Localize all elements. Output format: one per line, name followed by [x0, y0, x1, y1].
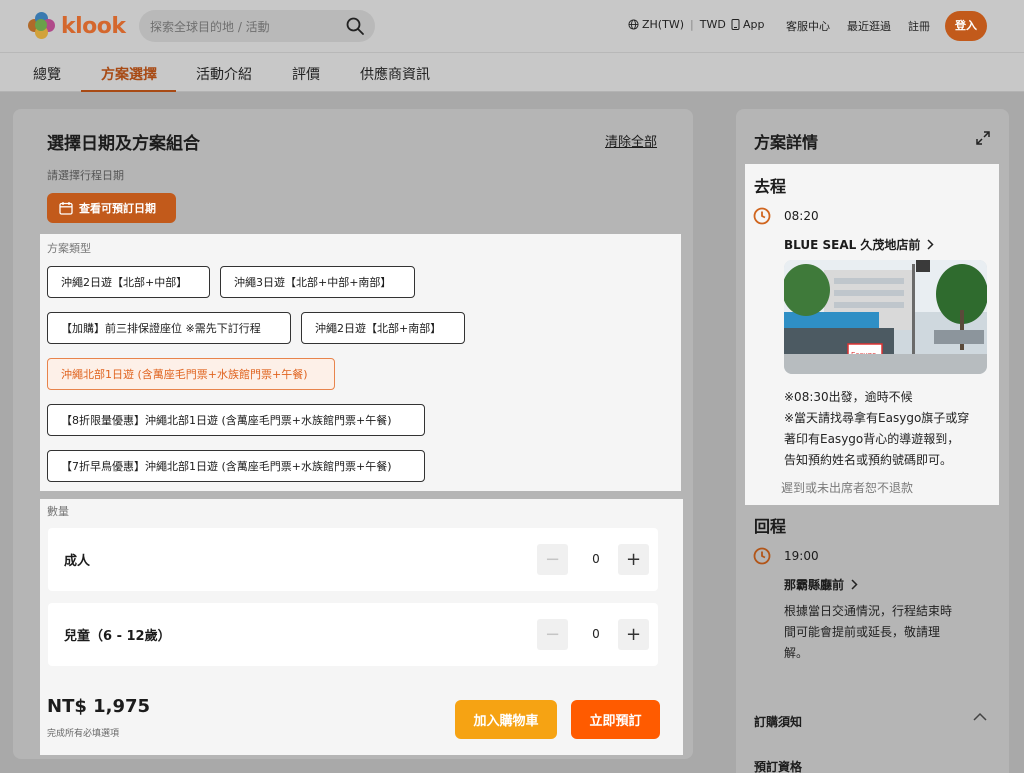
recently-viewed-link[interactable]: 最近逛過	[847, 18, 891, 34]
chevron-up-icon[interactable]	[972, 711, 988, 723]
quantity-section: 數量 成人 − 0 + 兒童（6 - 12歲） − 0 + NT$ 1,975 …	[40, 499, 683, 755]
clock-icon	[753, 547, 771, 565]
expand-icon[interactable]	[975, 130, 991, 146]
login-button[interactable]: 登入	[945, 11, 987, 41]
price-note: 完成所有必填選項	[47, 729, 120, 739]
quantity-row-adult: 成人 − 0 +	[48, 528, 658, 591]
chevron-right-icon	[927, 239, 934, 250]
package-option[interactable]: 【加購】前三排保證座位 ※需先下訂行程	[47, 312, 291, 344]
outbound-section: 去程 08:20 BLUE SEAL 久茂地店前 Easygo	[745, 164, 999, 505]
view-available-dates-button[interactable]: 查看可預訂日期	[47, 193, 176, 223]
outbound-title: 去程	[754, 177, 787, 196]
tab-overview[interactable]: 總覽	[33, 64, 61, 84]
total-price: NT$ 1,975	[47, 696, 151, 717]
language-label: ZH(TW)	[642, 18, 684, 31]
date-button-label: 查看可預訂日期	[79, 202, 156, 215]
return-place-link[interactable]: 那霸縣廳前	[784, 576, 858, 593]
increase-button[interactable]: +	[618, 619, 649, 650]
active-tab-indicator	[81, 90, 176, 92]
package-option[interactable]: 【8折限量優惠】沖繩北部1日遊 (含萬座毛門票+水族館門票+午餐)	[47, 404, 425, 436]
calendar-icon	[59, 202, 73, 215]
outbound-note: ※08:30出發，逾時不候 ※當天請找尋拿有Easygo旗子或穿 著印有Easy…	[784, 387, 969, 471]
section-tabs: 總覽 方案選擇 活動介紹 評價 供應商資訊	[0, 52, 1024, 92]
tab-supplier-info[interactable]: 供應商資訊	[360, 64, 430, 84]
return-title: 回程	[754, 517, 787, 536]
outbound-note-line: ※08:30出發，逾時不候	[784, 390, 913, 404]
phone-icon	[731, 19, 740, 30]
booking-title: 選擇日期及方案組合	[47, 134, 200, 154]
outbound-place-link[interactable]: BLUE SEAL 久茂地店前	[784, 236, 934, 253]
return-note: 根據當日交通情況，行程結束時 間可能會提前或延長，敬請理 解。	[784, 601, 984, 664]
globe-icon	[628, 19, 639, 30]
book-now-button[interactable]: 立即預訂	[571, 700, 660, 739]
tab-package-options[interactable]: 方案選擇	[101, 64, 157, 84]
decrease-button[interactable]: −	[537, 619, 568, 650]
klook-logo[interactable]: klook	[26, 11, 126, 41]
clock-icon	[753, 207, 771, 225]
app-label: App	[743, 18, 765, 31]
quantity-row-child: 兒童（6 - 12歲） − 0 +	[48, 603, 658, 666]
package-type-label: 方案類型	[47, 242, 91, 255]
package-option[interactable]: 沖繩2日遊【北部+南部】	[301, 312, 465, 344]
details-title: 方案詳情	[754, 133, 819, 152]
tab-activity-intro[interactable]: 活動介紹	[196, 64, 252, 84]
register-link[interactable]: 註冊	[908, 18, 930, 34]
ticket-type-label: 兒童（6 - 12歲）	[64, 629, 171, 644]
outbound-note-line: ※當天請找尋拿有Easygo旗子或穿	[784, 411, 970, 425]
app-link[interactable]: App	[731, 18, 765, 31]
meeting-point-photo: Easygo	[784, 260, 987, 374]
return-note-line: 間可能會提前或延長，敬請理	[784, 625, 941, 639]
help-center-link[interactable]: 客服中心	[786, 18, 830, 34]
brand-name: klook	[61, 13, 126, 39]
search-icon[interactable]	[345, 16, 365, 36]
outbound-place: BLUE SEAL 久茂地店前	[784, 238, 921, 252]
ticket-type-label: 成人	[64, 554, 91, 569]
quantity-value: 0	[592, 552, 600, 566]
return-time: 19:00	[784, 549, 819, 563]
package-option[interactable]: 【7折早鳥優惠】沖繩北部1日遊 (含萬座毛門票+水族館門票+午餐)	[47, 450, 425, 482]
outbound-note-line: 著印有Easygo背心的導遊報到，	[784, 432, 960, 446]
increase-button[interactable]: +	[618, 544, 649, 575]
booking-eligibility-heading: 預訂資格	[754, 760, 803, 773]
top-header: klook 探索全球目的地 / 活動 ZH(TW) | TWD App 客服中心…	[0, 0, 1024, 52]
outbound-note-line: 告知預約姓名或預約號碼即可。	[784, 453, 953, 467]
package-type-section: 方案類型 沖繩2日遊【北部+中部】 沖繩3日遊【北部+中部+南部】 【加購】前三…	[40, 234, 681, 491]
order-notice-header[interactable]: 訂購須知	[754, 713, 802, 730]
search-input[interactable]: 探索全球目的地 / 活動	[150, 18, 270, 35]
quantity-label: 數量	[47, 505, 69, 518]
package-option[interactable]: 沖繩3日遊【北部+中部+南部】	[220, 266, 415, 298]
package-option-selected[interactable]: 沖繩北部1日遊 (含萬座毛門票+水族館門票+午餐)	[47, 358, 335, 390]
package-option[interactable]: 沖繩2日遊【北部+中部】	[47, 266, 210, 298]
currency-label: TWD	[699, 18, 726, 31]
search-bar[interactable]: 探索全球目的地 / 活動	[139, 10, 375, 42]
no-show-note: 遲到或未出席者恕不退款	[781, 481, 914, 495]
date-label: 請選擇行程日期	[47, 169, 124, 182]
tab-reviews[interactable]: 評價	[292, 64, 320, 84]
clear-all-link[interactable]: 清除全部	[605, 131, 657, 150]
klook-logo-icon	[26, 11, 56, 41]
chevron-right-icon	[851, 579, 858, 590]
outbound-time: 08:20	[784, 209, 819, 223]
return-note-line: 根據當日交通情況，行程結束時	[784, 604, 953, 618]
add-to-cart-button[interactable]: 加入購物車	[455, 700, 557, 739]
return-note-line: 解。	[784, 646, 809, 660]
language-currency-selector[interactable]: ZH(TW) | TWD	[628, 18, 726, 31]
decrease-button[interactable]: −	[537, 544, 568, 575]
quantity-value: 0	[592, 627, 600, 641]
return-place: 那霸縣廳前	[784, 578, 845, 592]
